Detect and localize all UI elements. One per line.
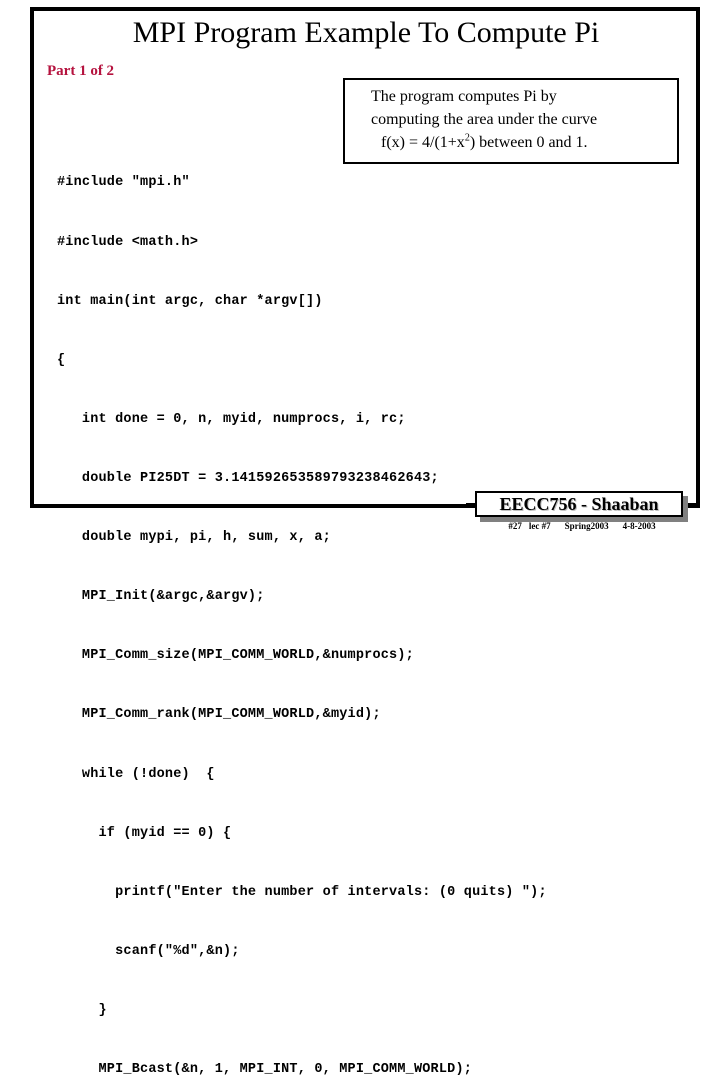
footer-term: Spring2003 [564, 521, 609, 531]
footer-lecture: lec #7 [528, 521, 551, 531]
page-title: MPI Program Example To Compute Pi [132, 16, 600, 49]
banner-course-label: EECC756 - Shaaban [499, 493, 659, 514]
footer-banner: EECC756 - Shaaban [466, 490, 698, 522]
code-line: MPI_Comm_size(MPI_COMM_WORLD,&numprocs); [57, 648, 414, 664]
code-line: int done = 0, n, myid, numprocs, i, rc; [57, 411, 406, 427]
banner-plate: EECC756 - Shaaban [475, 491, 683, 517]
code-listing: #include "mpi.h" #include <math.h> int m… [57, 134, 547, 1080]
code-line: MPI_Bcast(&n, 1, MPI_INT, 0, MPI_COMM_WO… [57, 1062, 473, 1078]
footer-date: 4-8-2003 [622, 521, 656, 531]
banner-right-nub [688, 503, 698, 508]
code-line: { [57, 352, 66, 368]
code-line: if (myid == 0) { [57, 825, 232, 841]
description-line-2: computing the area under the curve [371, 111, 598, 128]
description-line-1: The program computes Pi by [371, 88, 557, 105]
code-line: } [57, 1002, 107, 1018]
code-line: double mypi, pi, h, sum, x, a; [57, 530, 331, 546]
code-line: scanf("%d",&n); [57, 943, 240, 959]
code-line: #include "mpi.h" [57, 175, 190, 191]
footer-slide-number: #27 [508, 521, 522, 531]
code-line: while (!done) { [57, 766, 215, 782]
code-line: printf("Enter the number of intervals: (… [57, 884, 547, 900]
code-line: double PI25DT = 3.1415926535897932384626… [57, 470, 439, 486]
code-line: MPI_Comm_rank(MPI_COMM_WORLD,&myid); [57, 707, 381, 723]
slide-canvas: MPI Program Example To Compute Pi Part 1… [0, 0, 720, 1077]
part-indicator-label: Part 1 of 2 [47, 63, 115, 79]
code-line: int main(int argc, char *argv[]) [57, 293, 323, 309]
footer-metadata: #27 lec #7 Spring2003 4-8-2003 [466, 521, 698, 531]
code-line: MPI_Init(&argc,&argv); [57, 589, 265, 605]
code-line: #include <math.h> [57, 234, 199, 250]
